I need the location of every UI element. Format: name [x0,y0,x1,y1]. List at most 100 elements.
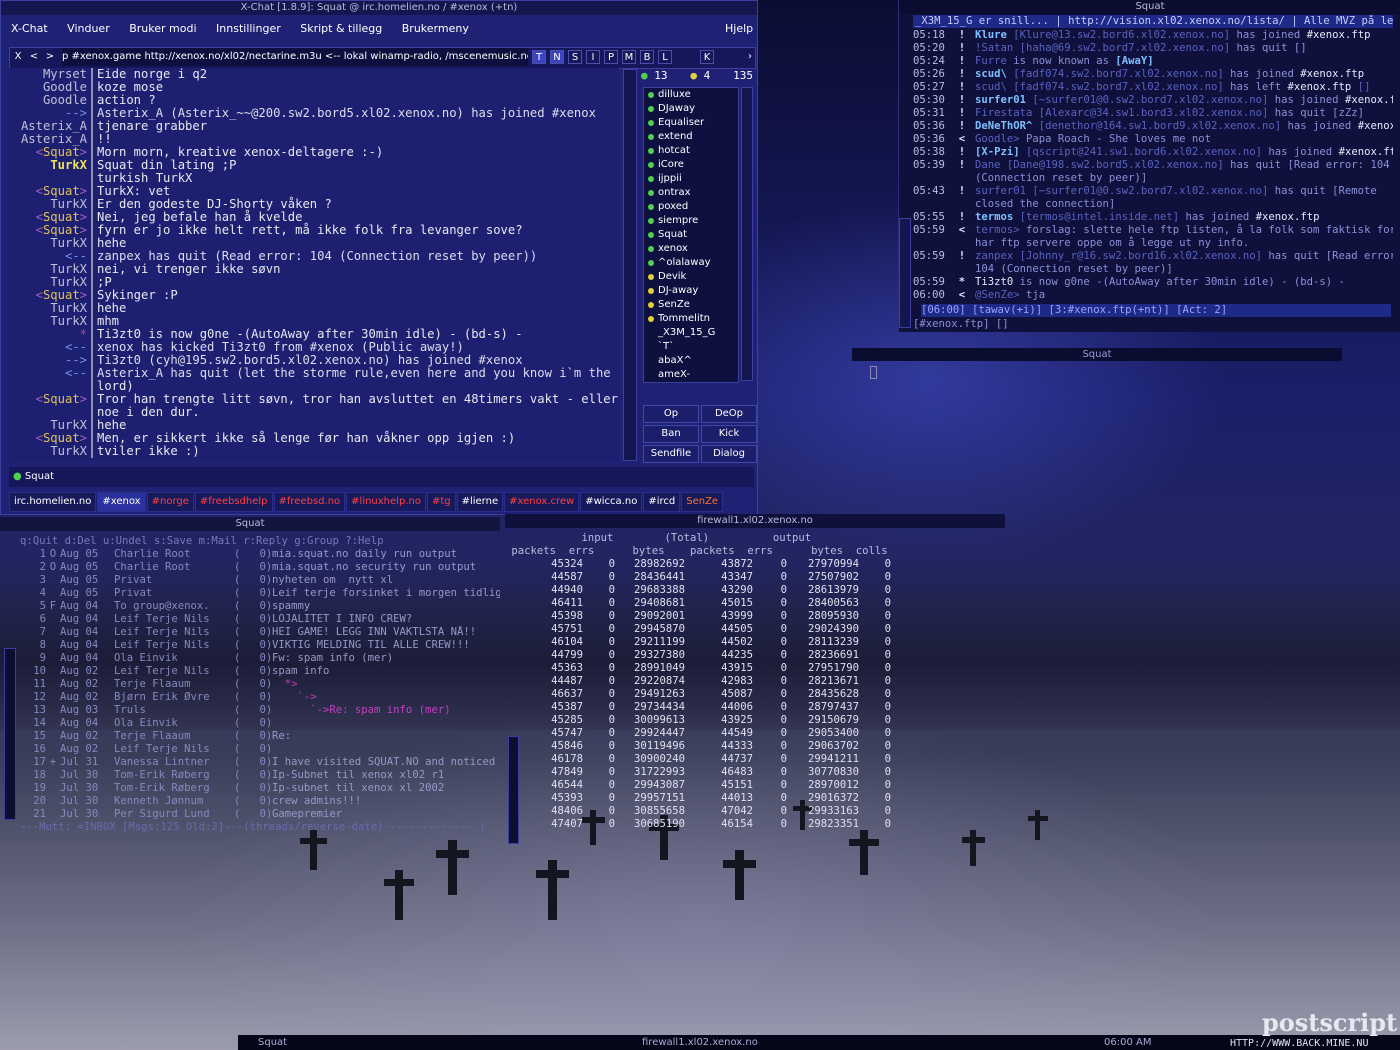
mode-i-button[interactable]: I [586,50,600,64]
netstat-window[interactable]: firewall1.xl02.xenox.no input (Total) ou… [505,514,1005,844]
input-bar[interactable]: ● Squat [9,467,754,487]
user-list-item[interactable]: ontrax [644,186,738,200]
menu-innstillinger[interactable]: Innstillinger [216,22,281,35]
input-nick[interactable]: Squat [25,471,54,482]
user-list-item[interactable]: Squat [644,228,738,242]
deop-button[interactable]: DeOp [701,405,757,423]
channel-tab[interactable]: #xenox.crew [504,492,580,512]
xchat-window[interactable]: X-Chat [1.8.9]: Squat @ irc.homelien.no … [0,0,758,515]
mutt-message-row[interactable]: 3 Aug 05 Privat ( 0) nyheten om nytt xl [20,574,500,587]
channel-tab[interactable]: #linuxhelp.no [346,492,426,512]
mode-b-button[interactable]: B [640,50,654,64]
next-tab-button[interactable]: > [44,50,56,64]
irssi-scrollbar[interactable] [899,218,911,328]
mutt-scrollbar[interactable] [4,648,16,820]
taskbar-item-squat[interactable]: Squat [258,1035,287,1050]
topic-field[interactable]: p #xenox.game http://xenox.no/xl02/necta… [62,48,528,66]
mutt-message-row[interactable]: 20 Jul 30 Kenneth Jønnum ( 0) crew admins!!! [20,795,500,808]
mutt-message-row[interactable]: 10 Aug 02 Leif Terje Nils ( 0) spam info [20,665,500,678]
mode-m-button[interactable]: M [622,50,636,64]
menu-hjelp[interactable]: Hjelp [725,22,753,35]
mutt-window[interactable]: Squat q:Quit d:Del u:Undel s:Save m:Mail… [0,517,508,847]
mutt-message-row[interactable]: 2 O Aug 05 Charlie Root ( 0) mia.squat.no sec… [20,561,500,574]
ban-button[interactable]: Ban [643,425,699,443]
menu-brukermeny[interactable]: Brukermeny [402,22,469,35]
mutt-message-list[interactable]: 1 O Aug 05 Charlie Root( 0) mia.squat.no dai… [20,548,500,821]
user-list-item[interactable]: siempre [644,214,738,228]
mode-p-button[interactable]: P [604,50,618,64]
channel-tab[interactable]: #ircd [643,492,681,512]
user-list-item[interactable]: _X3M_15_G [644,326,738,340]
mutt-message-row[interactable]: 16 Aug 02 Leif Terje Nils ( 0) [20,743,500,756]
kick-button[interactable]: Kick [701,425,757,443]
userlist-scrollbar[interactable] [741,87,753,381]
user-list-item[interactable]: dilluxe [644,88,738,102]
user-list-item[interactable]: SenZe [644,298,738,312]
user-list-item[interactable]: hotcat [644,144,738,158]
netstat-scrollbar[interactable] [508,736,519,844]
prev-tab-button[interactable]: < [28,50,40,64]
channel-tab[interactable]: #freebsdhelp [194,492,273,512]
mode-s-button[interactable]: S [568,50,582,64]
user-list-item[interactable]: extend [644,130,738,144]
mutt-message-row[interactable]: 19 Jul 30 Tom-Erik Røberg ( 0) Ip-subnet til… [20,782,500,795]
channel-tab[interactable]: #freebsd.no [273,492,346,512]
mode-l-button[interactable]: L [658,50,672,64]
mutt-message-row[interactable]: 11 Aug 02 Terje Flaaum ( 0) *> [20,678,500,691]
menu-xchat[interactable]: X-Chat [11,22,48,35]
user-list-item[interactable]: abaX^ [644,354,738,368]
chat-nick[interactable]: Squat [9,393,91,406]
menu-vinduer[interactable]: Vinduer [67,22,110,35]
irssi-window[interactable]: Squat _X3M_15_G er snill... | http://vis… [898,0,1400,332]
channel-tab[interactable]: SenZe [681,492,724,512]
channel-tab[interactable]: irc.homelien.no [9,492,97,512]
irssi-input[interactable]: [#xenox.ftp] [] [913,318,1383,331]
chat-scrollbar[interactable] [623,69,637,461]
mode-t-button[interactable]: T [532,50,546,64]
channel-tab[interactable]: #wicca.no [580,492,643,512]
mutt-message-row[interactable]: 1 O Aug 05 Charlie Root ( 0) mia.squat.no dai… [20,548,500,561]
user-list-item[interactable]: ijppii [644,172,738,186]
mutt-message-row[interactable]: 15 Aug 02 Terje Flaaum ( 0) Re: [20,730,500,743]
channel-tab[interactable]: #norge [146,492,194,512]
sendfile-button[interactable]: Sendfile [643,445,699,463]
channel-tab[interactable]: #lierne [456,492,504,512]
menu-bruker-modi[interactable]: Bruker modi [129,22,196,35]
user-list-item[interactable]: Tommelitn [644,312,738,326]
mutt-message-row[interactable]: 5 F Aug 04 To group@xenox. ( 0) spammy [20,600,500,613]
user-list-item[interactable]: DJaway [644,102,738,116]
user-list-item[interactable]: ameX- [644,368,738,382]
chat-nick[interactable]: TurkX [9,315,91,328]
channel-tab[interactable]: #xenox [97,492,146,512]
mutt-message-row[interactable]: 13 Aug 03 Truls ( 0) `->Re: spam info (mer) [20,704,500,717]
chat-nick[interactable]: TurkX [9,159,91,172]
user-list-item[interactable]: Devik [644,270,738,284]
chevron-right-icon[interactable]: › [743,50,757,64]
user-list-item[interactable]: DJ-away [644,284,738,298]
mode-n-button[interactable]: N [550,50,564,64]
mutt-message-row[interactable]: 4 Aug 05 Privat ( 0) Leif terje forsinket i … [20,587,500,600]
close-tab-button[interactable]: X [12,50,24,64]
mutt-message-row[interactable]: 17 + Jul 31 Vanessa Lintner ( 0) I have visit… [20,756,500,769]
user-list-item[interactable]: iCore [644,158,738,172]
mutt-message-row[interactable]: 14 Aug 04 Ola Einvik ( 0) [20,717,500,730]
mutt-message-row[interactable]: 12 Aug 02 Bjørn Erik Øvre ( 0) `-> [20,691,500,704]
dialog-button[interactable]: Dialog [701,445,757,463]
mutt-message-row[interactable]: 7 Aug 04 Leif Terje Nils ( 0) HEI GAME! LEGG… [20,626,500,639]
user-list-item[interactable]: ^olalaway [644,256,738,270]
mutt-message-row[interactable]: 18 Jul 30 Tom-Erik Røberg ( 0) Ip-Subnet til… [20,769,500,782]
mutt-message-row[interactable]: 8 Aug 04 Leif Terje Nils ( 0) VIKTIG MELDING… [20,639,500,652]
user-list-item[interactable]: Equaliser [644,116,738,130]
mutt-message-row[interactable]: 6 Aug 04 Leif Terje Nils ( 0) LOJALITET I IN… [20,613,500,626]
mutt-message-row[interactable]: 9 Aug 04 Ola Einvik ( 0) Fw: spam info (mer) [20,652,500,665]
taskbar-item-firewall[interactable]: firewall1.xl02.xenox.no [642,1035,758,1050]
chat-nick[interactable]: TurkX [9,445,91,458]
user-list-item[interactable]: poxed [644,200,738,214]
user-list-item[interactable]: `T` [644,340,738,354]
op-button[interactable]: Op [643,405,699,423]
user-list-item[interactable]: xenox [644,242,738,256]
mode-k-button[interactable]: K [700,50,714,64]
mutt-message-row[interactable]: 21 Jul 30 Per Sigurd Lund ( 0) Gamepremier [20,808,500,821]
menu-skript[interactable]: Skript & tillegg [300,22,382,35]
chat-nick[interactable]: <-- [9,367,91,380]
